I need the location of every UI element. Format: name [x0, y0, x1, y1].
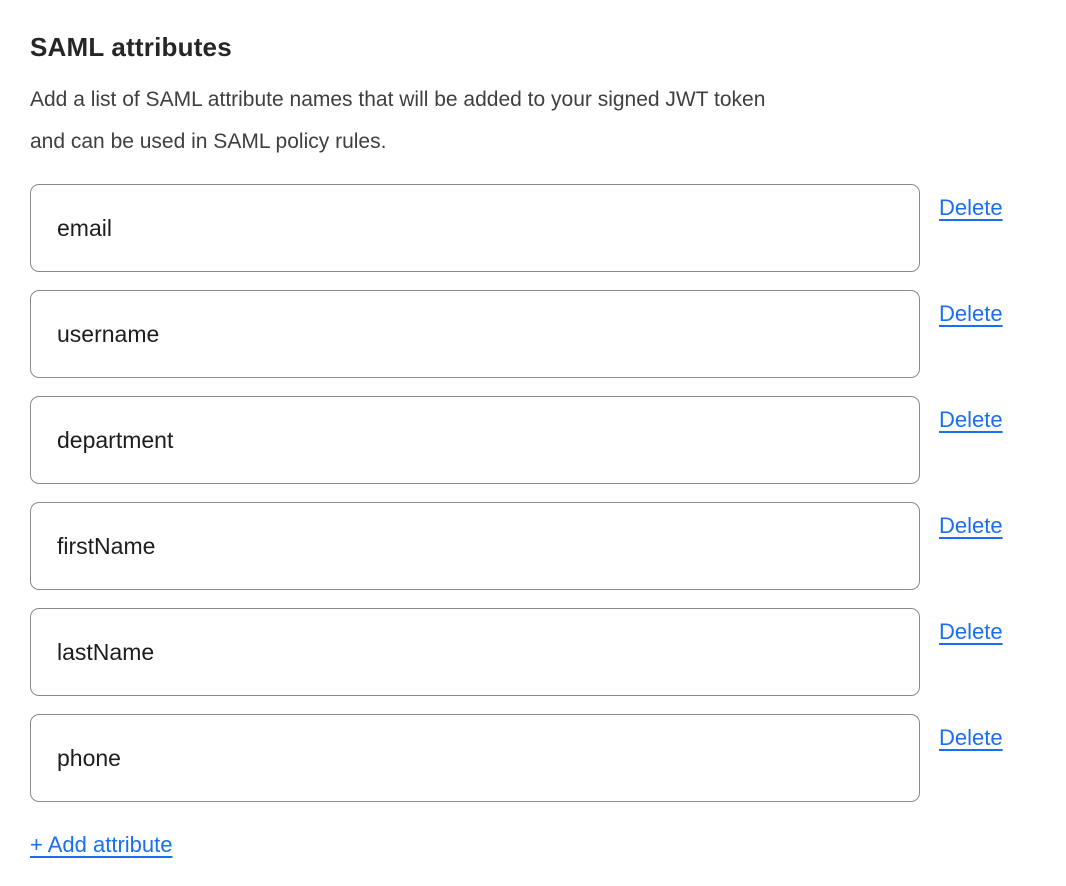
attribute-input-email[interactable]: [30, 184, 920, 272]
attribute-input-department[interactable]: [30, 396, 920, 484]
add-attribute-link[interactable]: + Add attribute: [30, 832, 173, 858]
attribute-row: Delete: [30, 608, 1036, 696]
attribute-row: Delete: [30, 290, 1036, 378]
attribute-row: Delete: [30, 714, 1036, 802]
saml-attributes-section: SAML attributes Add a list of SAML attri…: [0, 0, 1066, 886]
delete-attribute-link[interactable]: Delete: [939, 407, 1003, 433]
attribute-row: Delete: [30, 396, 1036, 484]
page-title: SAML attributes: [30, 32, 1036, 63]
attribute-input-lastname[interactable]: [30, 608, 920, 696]
delete-attribute-link[interactable]: Delete: [939, 619, 1003, 645]
delete-attribute-link[interactable]: Delete: [939, 301, 1003, 327]
attribute-row: Delete: [30, 184, 1036, 272]
attribute-input-username[interactable]: [30, 290, 920, 378]
attribute-row: Delete: [30, 502, 1036, 590]
attribute-list: Delete Delete Delete Delete Delete Delet…: [30, 184, 1036, 802]
delete-attribute-link[interactable]: Delete: [939, 195, 1003, 221]
attribute-input-phone[interactable]: [30, 714, 920, 802]
delete-attribute-link[interactable]: Delete: [939, 725, 1003, 751]
delete-attribute-link[interactable]: Delete: [939, 513, 1003, 539]
page-description: Add a list of SAML attribute names that …: [30, 79, 1036, 163]
attribute-input-firstname[interactable]: [30, 502, 920, 590]
